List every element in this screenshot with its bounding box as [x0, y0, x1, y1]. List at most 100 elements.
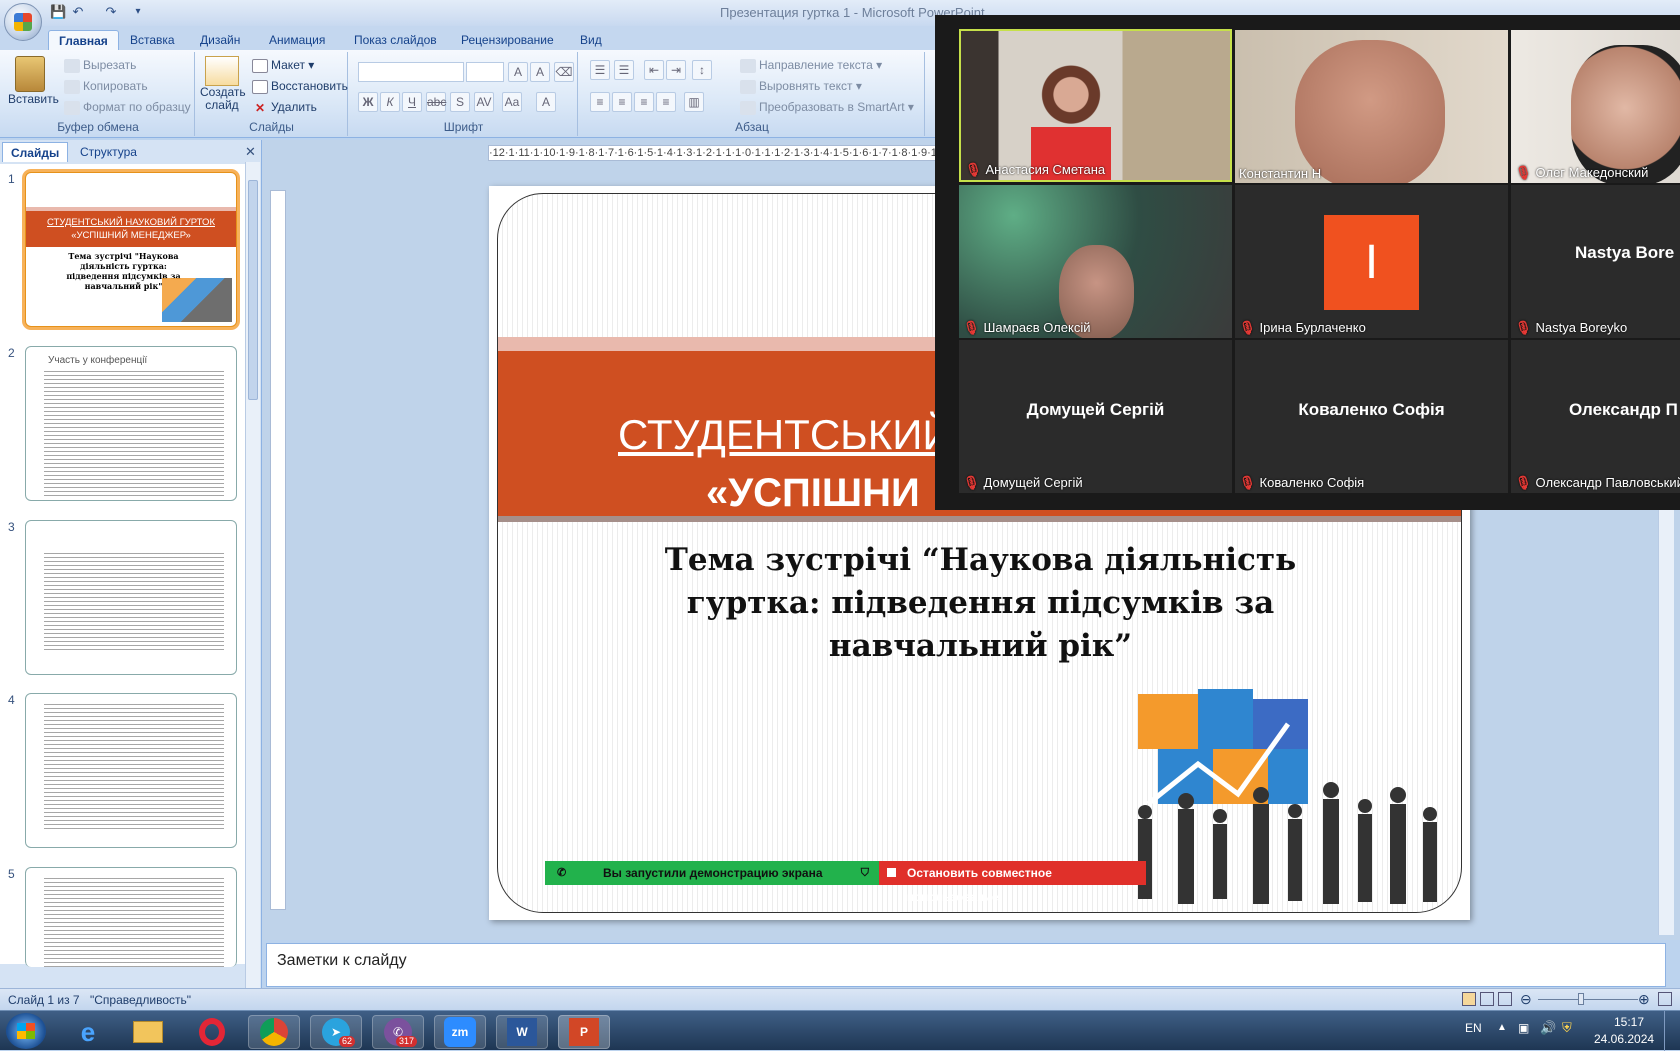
clock-time[interactable]: 15:17	[1604, 1015, 1654, 1029]
network-icon[interactable]: ▣	[1518, 1021, 1529, 1035]
qat-customize-icon[interactable]: ▾	[130, 4, 146, 20]
tab-review[interactable]: Рецензирование	[451, 30, 564, 50]
layout-button[interactable]: Макет ▾	[252, 58, 314, 73]
participant-tile[interactable]: Домущей Сергій 🎙 Домущей Сергій	[959, 340, 1232, 493]
columns-icon[interactable]: ▥	[684, 92, 704, 112]
save-icon[interactable]: 💾	[50, 4, 66, 20]
slideshow-view-icon[interactable]	[1498, 992, 1512, 1006]
copy-button[interactable]: Копировать	[64, 79, 148, 94]
tab-slides[interactable]: Слайды	[2, 142, 69, 162]
decrease-indent-icon[interactable]: ⇤	[644, 60, 664, 80]
delete-slide-button[interactable]: ✕ Удалить	[252, 100, 317, 115]
zoom-in-icon[interactable]: ⊕	[1638, 991, 1650, 1008]
slide-title-line1[interactable]: СТУДЕНТСЬКИЙ	[618, 411, 953, 459]
strikethrough-icon[interactable]: abc	[426, 92, 446, 112]
zoom-slider-thumb[interactable]	[1578, 993, 1584, 1005]
change-case-icon[interactable]: Aa	[502, 92, 522, 112]
sorter-view-icon[interactable]	[1480, 992, 1494, 1006]
clock-date[interactable]: 24.06.2024	[1594, 1032, 1654, 1046]
smartart-button[interactable]: Преобразовать в SmartArt ▾	[740, 100, 914, 115]
numbering-icon[interactable]: ☰	[614, 60, 634, 80]
grow-font-icon[interactable]: A	[508, 62, 528, 82]
format-painter-button[interactable]: Формат по образцу	[64, 100, 191, 115]
shrink-font-icon[interactable]: A	[530, 62, 550, 82]
volume-icon[interactable]: 🔊	[1540, 1020, 1556, 1036]
increase-indent-icon[interactable]: ⇥	[666, 60, 686, 80]
telegram-icon[interactable]: ➤ 62	[310, 1015, 362, 1049]
share-status: ✆ Вы запустили демонстрацию экрана ⛉	[545, 861, 879, 885]
show-desktop-button[interactable]	[1664, 1011, 1680, 1051]
zoom-slider[interactable]	[1538, 999, 1638, 1000]
tab-home[interactable]: Главная	[48, 30, 119, 50]
security-icon[interactable]: ⛨	[1562, 1020, 1572, 1036]
start-button[interactable]	[6, 1013, 46, 1049]
text-direction-button[interactable]: Направление текста ▾	[740, 58, 882, 73]
new-slide-button[interactable]: Создать слайд	[200, 56, 246, 112]
italic-icon[interactable]: К	[380, 92, 400, 112]
tray-expand-icon[interactable]: ▲	[1497, 1022, 1507, 1033]
participant-tile[interactable]: Коваленко Софія 🎙 Коваленко Софія	[1235, 340, 1508, 493]
redo-icon[interactable]: ↷	[103, 4, 119, 20]
normal-view-icon[interactable]	[1462, 992, 1476, 1006]
align-text-button[interactable]: Выровнять текст ▾	[740, 79, 862, 94]
zoom-app-icon[interactable]: zm	[434, 1015, 486, 1049]
bold-icon[interactable]: Ж	[358, 92, 378, 112]
slide-title-line2[interactable]: «УСПІШНИ	[706, 471, 920, 516]
language-indicator[interactable]: EN	[1465, 1021, 1482, 1035]
paste-button[interactable]: Вставить	[8, 56, 59, 106]
align-left-icon[interactable]: ≡	[590, 92, 610, 112]
participant-tile[interactable]: 🎙 Анастасия Сметана	[959, 29, 1232, 182]
font-family-select[interactable]	[358, 62, 464, 82]
slide-thumbnail-5[interactable]	[25, 867, 237, 967]
tab-view[interactable]: Вид	[570, 30, 612, 50]
shadow-icon[interactable]: S	[450, 92, 470, 112]
slide-notes[interactable]: Заметки к слайду	[266, 943, 1666, 987]
tab-design[interactable]: Дизайн	[190, 30, 250, 50]
clear-format-icon[interactable]: ⌫	[554, 62, 574, 82]
slide-subtitle[interactable]: Тема зустрічі “Наукова діяльність гуртка…	[648, 539, 1313, 668]
tab-outline[interactable]: Структура	[72, 142, 145, 162]
tab-animation[interactable]: Анимация	[259, 30, 335, 50]
viber-icon[interactable]: ✆ 317	[372, 1015, 424, 1049]
align-center-icon[interactable]: ≡	[612, 92, 632, 112]
slide-thumbnail-1[interactable]: СТУДЕНТСЬКИЙ НАУКОВИЙ ГУРТОК «УСПІШНИЙ М…	[25, 172, 237, 327]
underline-icon[interactable]: Ч	[402, 92, 422, 112]
char-spacing-icon[interactable]: AV	[474, 92, 494, 112]
participant-tile[interactable]: I 🎙 Ірина Бурлаченко	[1235, 185, 1508, 338]
align-right-icon[interactable]: ≡	[634, 92, 654, 112]
undo-icon[interactable]: ↶	[70, 4, 86, 20]
font-color-icon[interactable]: A	[536, 92, 556, 112]
puzzle-people-image[interactable]	[1118, 684, 1448, 909]
phone-icon: ✆	[557, 867, 567, 879]
ie-icon[interactable]: e	[62, 1015, 114, 1049]
justify-icon[interactable]: ≡	[656, 92, 676, 112]
chrome-icon[interactable]	[248, 1015, 300, 1049]
participant-tile[interactable]: Nastya Bore 🎙 Nastya Boreyko	[1511, 185, 1680, 338]
explorer-icon[interactable]	[122, 1015, 174, 1049]
slide-thumbnail-4[interactable]	[25, 693, 237, 848]
stop-share-button[interactable]: Остановить совместное использование	[879, 861, 1146, 904]
close-pane-icon[interactable]: ✕	[245, 144, 256, 160]
line-spacing-icon[interactable]: ↕	[692, 60, 712, 80]
participant-tile[interactable]: 🎙 Шамраєв Олексій	[959, 185, 1232, 338]
powerpoint-icon[interactable]: P	[558, 1015, 610, 1049]
office-button[interactable]	[4, 3, 42, 41]
slides-pane-scrollbar[interactable]	[245, 162, 260, 988]
cut-button[interactable]: Вырезать	[64, 58, 136, 73]
tab-insert[interactable]: Вставка	[120, 30, 185, 50]
zoom-out-icon[interactable]: ⊖	[1520, 991, 1532, 1008]
scroll-thumb[interactable]	[248, 180, 258, 400]
font-size-select[interactable]	[466, 62, 504, 82]
word-icon[interactable]: W	[496, 1015, 548, 1049]
bullets-icon[interactable]: ☰	[590, 60, 610, 80]
opera-icon[interactable]	[186, 1015, 238, 1049]
participant-tile[interactable]: Константин Н	[1235, 30, 1508, 183]
participant-tile[interactable]: 🎙 Олег Македонский	[1511, 30, 1680, 183]
slide-thumbnail-3[interactable]	[25, 520, 237, 675]
tab-slideshow[interactable]: Показ слайдов	[344, 30, 447, 50]
participant-tile[interactable]: Олександр П 🎙 Олександр Павловський	[1511, 340, 1680, 493]
reset-button[interactable]: Восстановить	[252, 79, 348, 94]
slide-thumbnail-2[interactable]: Участь у конференції	[25, 346, 237, 501]
align-text-icon	[740, 79, 756, 94]
fit-to-window-icon[interactable]	[1658, 992, 1672, 1006]
